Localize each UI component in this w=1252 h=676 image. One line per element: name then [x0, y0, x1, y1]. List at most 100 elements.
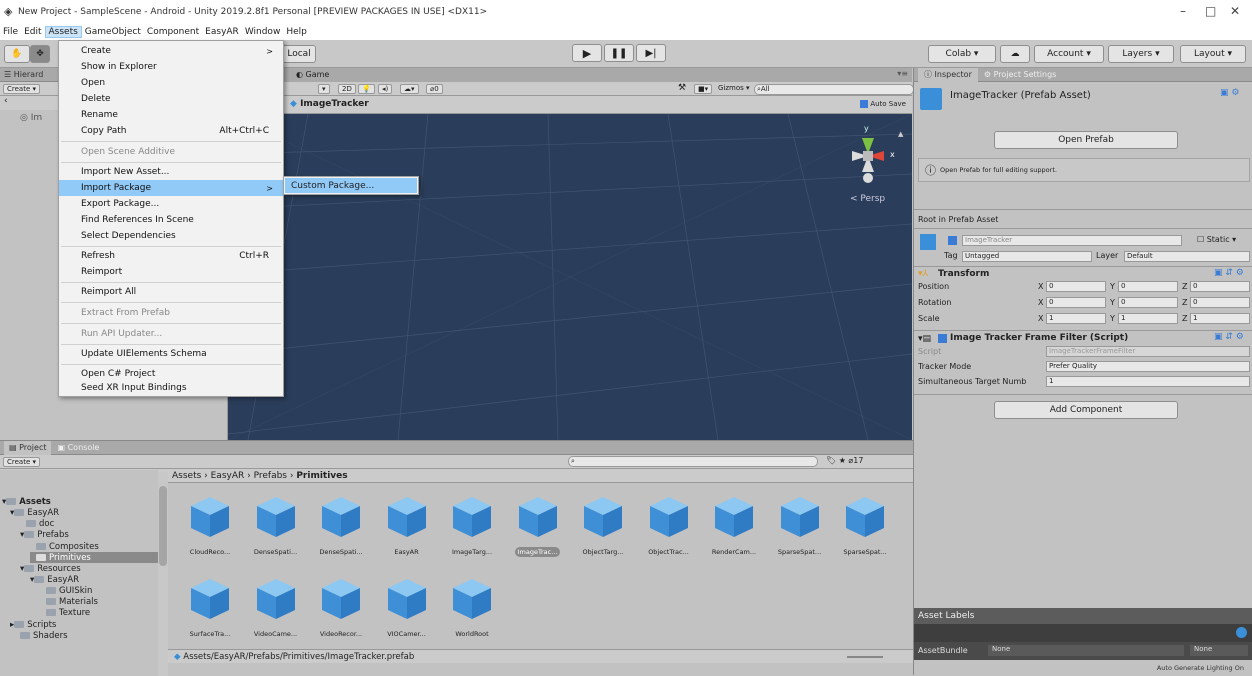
- auto-save-toggle[interactable]: Auto Save: [860, 100, 906, 108]
- menu-help[interactable]: Help: [283, 27, 310, 37]
- lock-icon[interactable]: ▲: [898, 130, 903, 138]
- hand-tool-icon[interactable]: ✋: [4, 45, 30, 63]
- asset-item[interactable]: EasyAR: [375, 493, 439, 557]
- close-button[interactable]: ✕: [1230, 4, 1240, 18]
- inspector-tab[interactable]: ⓘ Inspector: [918, 67, 978, 82]
- menu-item-import-package[interactable]: Import Package >: [59, 180, 283, 196]
- asset-item[interactable]: DenseSpati...: [309, 493, 373, 557]
- active-checkbox[interactable]: [948, 236, 957, 245]
- console-tab[interactable]: ▣ Console: [51, 443, 105, 452]
- panel-menu-icon[interactable]: ▾≡: [897, 69, 908, 78]
- tree-item-guiskin[interactable]: GUISkin: [46, 585, 92, 596]
- menu-item-rename[interactable]: Rename: [59, 107, 283, 123]
- transform-header[interactable]: Transform: [938, 269, 989, 279]
- maximize-button[interactable]: □: [1205, 4, 1216, 18]
- game-tab[interactable]: ◐ Game: [296, 70, 329, 79]
- assetbundle-variant-dropdown[interactable]: None: [1190, 645, 1248, 656]
- scene-search-input[interactable]: ⌕All: [754, 84, 914, 95]
- project-settings-tab[interactable]: ⚙ Project Settings: [978, 70, 1062, 79]
- tree-item-easyar[interactable]: ▾ EasyAR: [10, 507, 59, 518]
- asset-item[interactable]: VideoCame...: [244, 575, 308, 639]
- pause-button[interactable]: ❚❚: [604, 44, 634, 62]
- tracker-mode-dropdown[interactable]: Prefer Quality: [1046, 361, 1250, 372]
- menu-item-refresh[interactable]: Refresh Ctrl+R: [59, 248, 283, 264]
- object-name-field[interactable]: ImageTracker: [962, 235, 1182, 246]
- audio-icon[interactable]: ◂): [378, 84, 393, 94]
- assetbundle-dropdown[interactable]: None: [988, 645, 1184, 656]
- add-component-button[interactable]: Add Component: [994, 401, 1178, 419]
- tree-item-assets[interactable]: ▾ Assets: [2, 496, 51, 507]
- layout-dropdown[interactable]: Layout ▾: [1180, 45, 1246, 63]
- tag-icon[interactable]: [1236, 627, 1247, 638]
- gizmos-dropdown[interactable]: Gizmos ▾: [718, 84, 750, 92]
- component-menu-icon[interactable]: ▣ ⇵ ⚙: [1214, 268, 1244, 278]
- tree-item-composites[interactable]: Composites: [36, 541, 99, 552]
- scale-z-field[interactable]: 1: [1190, 313, 1250, 324]
- step-button[interactable]: ▶|: [636, 44, 666, 62]
- menu-file[interactable]: File: [0, 27, 21, 37]
- scale-x-field[interactable]: 1: [1046, 313, 1106, 324]
- menu-item-reimport[interactable]: Reimport: [59, 264, 283, 280]
- asset-labels-header[interactable]: Asset Labels: [914, 608, 1252, 624]
- project-create-button[interactable]: Create ▾: [3, 456, 40, 467]
- hierarchy-create-button[interactable]: Create ▾: [3, 83, 40, 94]
- static-dropdown[interactable]: ☐ Static ▾: [1197, 235, 1236, 244]
- position-z-field[interactable]: 0: [1190, 281, 1250, 292]
- breadcrumb-assets[interactable]: Assets: [172, 471, 201, 481]
- simultaneous-target-field[interactable]: 1: [1046, 376, 1250, 387]
- cloud-icon[interactable]: ☁: [1000, 45, 1030, 63]
- breadcrumb-easyar[interactable]: EasyAR: [211, 471, 245, 481]
- menu-window[interactable]: Window: [242, 27, 284, 37]
- tree-item-materials[interactable]: Materials: [46, 596, 98, 607]
- minimize-button[interactable]: –: [1180, 4, 1186, 18]
- menu-item-show-in-explorer[interactable]: Show in Explorer: [59, 59, 283, 75]
- tree-item-doc[interactable]: doc: [26, 518, 54, 529]
- rotation-x-field[interactable]: 0: [1046, 297, 1106, 308]
- menu-item-select-dependencies[interactable]: Select Dependencies: [59, 228, 283, 244]
- tree-item-scripts[interactable]: ▸ Scripts: [10, 619, 56, 630]
- menu-item-create[interactable]: Create >: [59, 43, 283, 59]
- project-tab[interactable]: ▤ Project: [4, 440, 52, 455]
- rotation-z-field[interactable]: 0: [1190, 297, 1250, 308]
- menu-assets[interactable]: Assets: [44, 26, 82, 38]
- tree-item-resources[interactable]: ▾ Resources: [20, 563, 81, 574]
- play-button[interactable]: ▶: [572, 44, 602, 62]
- asset-item[interactable]: VIOCamer...: [375, 575, 439, 639]
- lighting-icon[interactable]: 💡: [358, 84, 375, 94]
- tree-item-shaders[interactable]: Shaders: [20, 630, 68, 641]
- layer-dropdown[interactable]: Default: [1124, 251, 1250, 262]
- tree-item-resources-easyar[interactable]: ▾ EasyAR: [30, 574, 79, 585]
- move-tool-icon[interactable]: ✥: [30, 45, 50, 63]
- tree-item-prefabs[interactable]: ▾ Prefabs: [20, 529, 69, 540]
- scene-viewport[interactable]: y x < Persp ▲: [228, 114, 912, 440]
- menu-item-seed-xr-input[interactable]: Seed XR Input Bindings: [59, 380, 283, 396]
- frame-filter-header[interactable]: Image Tracker Frame Filter (Script): [950, 333, 1128, 343]
- colab-button[interactable]: Colab ▾: [928, 45, 996, 63]
- position-y-field[interactable]: 0: [1118, 281, 1178, 292]
- position-x-field[interactable]: 0: [1046, 281, 1106, 292]
- asset-item[interactable]: CloudReco...: [178, 493, 242, 557]
- tag-dropdown[interactable]: Untagged: [962, 251, 1092, 262]
- scene-gizmo[interactable]: y x: [838, 124, 898, 188]
- menu-item-find-references[interactable]: Find References In Scene: [59, 212, 283, 228]
- asset-item[interactable]: VideoRecor...: [309, 575, 373, 639]
- asset-item[interactable]: WorldRoot: [440, 575, 504, 639]
- project-search-input[interactable]: ⌕: [568, 456, 818, 467]
- camera-dropdown[interactable]: ■▾: [694, 84, 713, 94]
- account-dropdown[interactable]: Account ▾: [1034, 45, 1104, 63]
- asset-item[interactable]: ImageTarg...: [440, 493, 504, 557]
- menu-component[interactable]: Component: [144, 27, 202, 37]
- rotation-y-field[interactable]: 0: [1118, 297, 1178, 308]
- tree-item-primitives[interactable]: Primitives: [30, 552, 158, 563]
- breadcrumb-primitives[interactable]: Primitives: [296, 471, 347, 481]
- asset-item[interactable]: ObjectTarg...: [571, 493, 635, 557]
- component-menu-icon[interactable]: ▣ ⇵ ⚙: [1214, 332, 1244, 342]
- help-icon[interactable]: ▣ ⚙: [1220, 88, 1239, 98]
- breadcrumb-prefabs[interactable]: Prefabs: [254, 471, 287, 481]
- menu-easyar[interactable]: EasyAR: [202, 27, 242, 37]
- menu-gameobject[interactable]: GameObject: [82, 27, 144, 37]
- asset-item[interactable]: SparseSpat...: [833, 493, 897, 557]
- tree-scrollbar[interactable]: [158, 472, 168, 676]
- filter-icons[interactable]: 🏷 ★ ⌀17: [826, 456, 863, 465]
- asset-item[interactable]: DenseSpati...: [244, 493, 308, 557]
